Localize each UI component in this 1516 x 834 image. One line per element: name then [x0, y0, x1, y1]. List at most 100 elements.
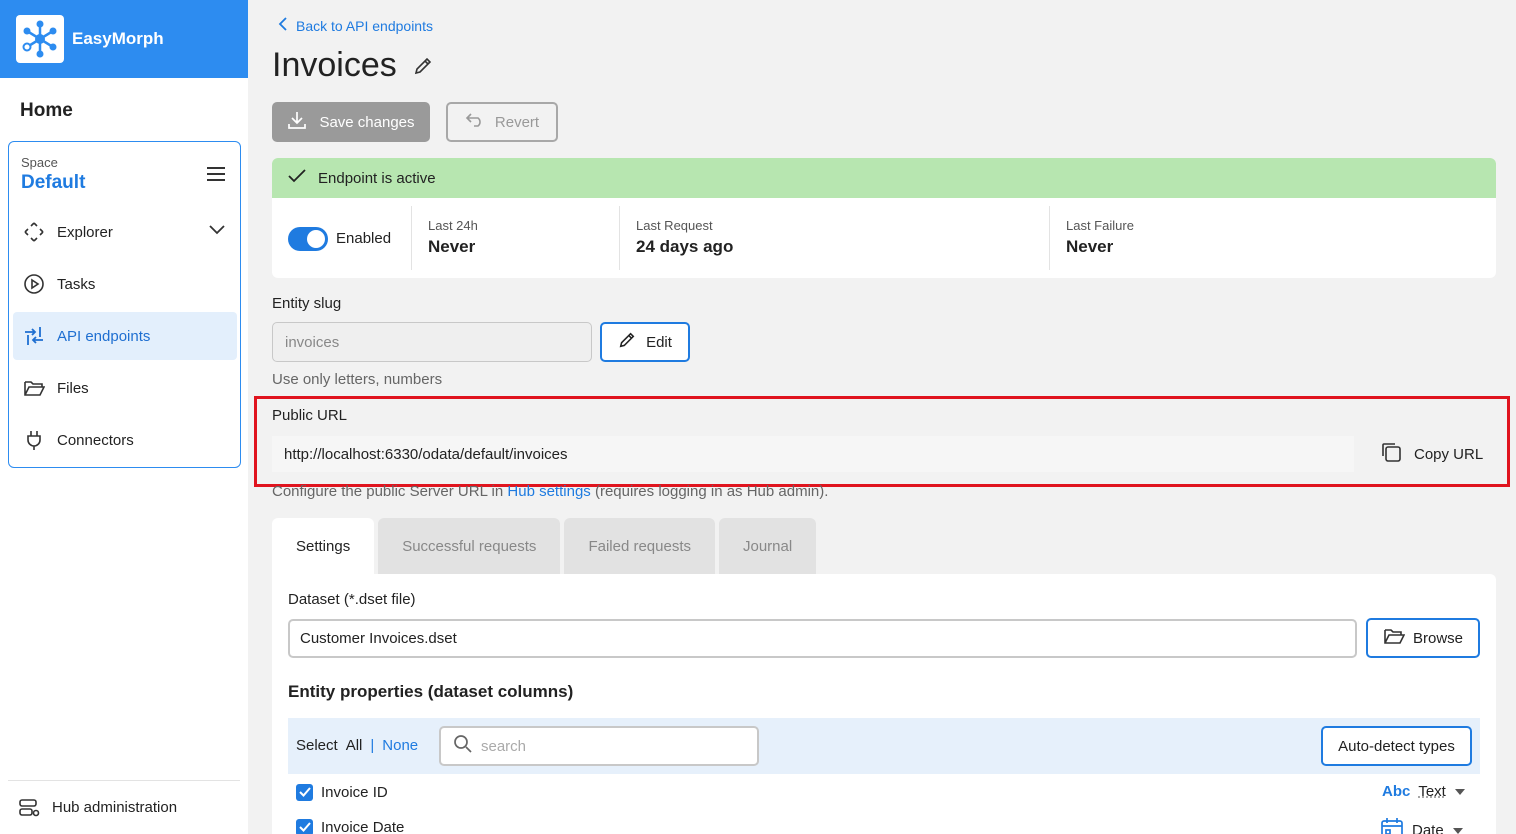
edit-label: Edit [646, 333, 672, 351]
pencil-edit-icon[interactable] [413, 46, 433, 85]
save-changes-label: Save changes [319, 113, 415, 131]
sidebar-item-explorer[interactable]: Explorer [13, 208, 237, 256]
public-url-label: Public URL [272, 407, 348, 424]
caret-down-icon [1452, 822, 1464, 834]
stat-label-last-failure: Last Failure [1066, 218, 1134, 233]
stat-value-last-failure: Never [1066, 237, 1114, 256]
enabled-label: Enabled [336, 230, 392, 247]
column-search-input[interactable]: search [439, 726, 759, 766]
column-checkbox[interactable] [296, 818, 313, 834]
folder-icon [23, 377, 45, 399]
sidebar-item-files[interactable]: Files [13, 364, 237, 412]
enabled-toggle[interactable] [288, 227, 328, 251]
column-name: Invoice ID [321, 783, 388, 801]
space-name[interactable]: Default [21, 172, 85, 194]
hint-text: (requires logging in as Hub admin). [590, 483, 829, 500]
stat-label-last-request: Last Request [636, 218, 713, 233]
stat-label-last-24h: Last 24h [428, 218, 478, 233]
sidebar-item-label: Tasks [57, 275, 96, 293]
dataset-input[interactable]: Customer Invoices.dset [288, 619, 1357, 658]
main-content: Back to API endpoints Invoices Save chan… [248, 0, 1516, 834]
chevron-left-icon [278, 17, 288, 34]
save-changes-button[interactable]: Save changes [272, 102, 430, 142]
search-icon [453, 734, 473, 758]
properties-toolbar: Select All | None search Auto-detect typ… [288, 718, 1480, 774]
tab-successful-requests[interactable]: Successful requests [378, 518, 561, 574]
folder-open-icon [1383, 627, 1406, 649]
dataset-label: Dataset (*.dset file) [288, 591, 416, 608]
entity-slug-input[interactable]: invoices [272, 322, 592, 362]
tab-settings[interactable]: Settings [272, 518, 375, 574]
back-link[interactable]: Back to API endpoints [278, 17, 433, 34]
chevron-down-icon[interactable] [209, 222, 225, 239]
tab-journal[interactable]: Journal [719, 518, 817, 574]
copy-url-label: Copy URL [1414, 445, 1484, 463]
sidebar-item-api-endpoints[interactable]: API endpoints [13, 312, 237, 360]
sidebar-item-label: API endpoints [57, 327, 151, 345]
entity-properties-title: Entity properties (dataset columns) [288, 682, 574, 701]
api-icon [23, 325, 45, 347]
select-all-link[interactable]: All [346, 737, 363, 754]
hamburger-menu-icon[interactable] [206, 166, 226, 187]
sidebar-item-tasks[interactable]: Tasks [13, 260, 237, 308]
hint-text: Configure the public Server URL in [272, 483, 508, 500]
column-row: Invoice ID [296, 780, 388, 804]
server-settings-icon [18, 798, 40, 818]
home-link[interactable]: Home [0, 78, 248, 141]
slug-hint: Use only letters, numbers [272, 371, 443, 388]
page-title: Invoices [272, 46, 433, 85]
brand-name: EasyMorph [72, 29, 164, 48]
back-link-label: Back to API endpoints [296, 17, 433, 34]
checkmark-icon [288, 169, 306, 187]
column-checkbox[interactable] [296, 783, 313, 801]
plug-icon [23, 429, 45, 451]
explorer-icon [23, 221, 45, 243]
status-banner-text: Endpoint is active [318, 169, 436, 187]
auto-detect-types-button[interactable]: Auto-detect types [1321, 726, 1472, 766]
column-type-value: Date [1412, 821, 1444, 834]
hub-administration-link[interactable]: Hub administration [8, 780, 240, 834]
sidebar-item-label: Explorer [57, 223, 113, 241]
text-type-icon: Abc [1382, 783, 1411, 800]
pencil-icon [618, 331, 636, 353]
settings-panel: Dataset (*.dset file) Customer Invoices.… [272, 574, 1496, 834]
select-controls: Select All | None [296, 737, 418, 754]
copy-icon [1380, 441, 1402, 467]
easymorph-logo-icon [16, 15, 64, 63]
sidebar: EasyMorph Home Space Default Explorer Ta… [0, 0, 248, 834]
space-label: Space [21, 155, 58, 170]
tab-bar: Settings Successful requests Failed requ… [272, 518, 817, 574]
edit-slug-button[interactable]: Edit [600, 322, 690, 362]
sidebar-item-label: Connectors [57, 431, 134, 449]
divider [411, 206, 412, 270]
browse-button[interactable]: Browse [1366, 618, 1480, 658]
public-url-field[interactable]: http://localhost:6330/odata/default/invo… [272, 436, 1354, 472]
divider [619, 206, 620, 270]
select-none-link[interactable]: None [382, 737, 418, 754]
caret-down-icon [1454, 783, 1466, 800]
column-type-select[interactable]: Abc Text [1382, 783, 1466, 800]
endpoint-status-card: Endpoint is active Enabled Last 24h Neve… [272, 158, 1496, 278]
column-row: Invoice Date [296, 815, 404, 834]
status-banner: Endpoint is active [272, 158, 1496, 198]
sidebar-item-connectors[interactable]: Connectors [13, 416, 237, 464]
tab-failed-requests[interactable]: Failed requests [564, 518, 715, 574]
calendar-icon [1380, 817, 1404, 834]
undo-icon [465, 113, 485, 131]
public-url-hint: Configure the public Server URL in Hub s… [272, 483, 828, 500]
column-name: Invoice Date [321, 818, 405, 834]
revert-button[interactable]: Revert [446, 102, 558, 142]
stats-row: Enabled Last 24h Never Last Request 24 d… [272, 198, 1496, 278]
brand-header[interactable]: EasyMorph [0, 0, 248, 78]
select-separator: | [370, 737, 375, 754]
page-title-text: Invoices [272, 46, 397, 84]
select-label: Select [296, 737, 338, 754]
column-type-select[interactable]: Date [1380, 817, 1464, 834]
search-placeholder: search [481, 737, 527, 755]
revert-label: Revert [494, 113, 540, 131]
entity-slug-label: Entity slug [272, 295, 342, 312]
hub-settings-link[interactable]: Hub settings [507, 483, 590, 500]
stat-value-last-request: 24 days ago [636, 237, 734, 256]
copy-url-button[interactable]: Copy URL [1380, 436, 1484, 472]
column-type-value: Text [1418, 783, 1446, 800]
